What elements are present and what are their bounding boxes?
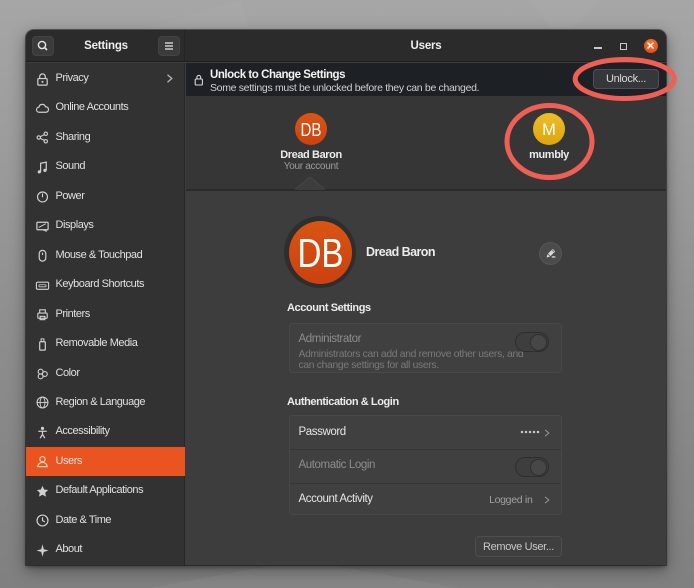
svg-text:DB: DB — [301, 120, 322, 140]
svg-text:DB: DB — [297, 229, 343, 275]
svg-text:M: M — [542, 121, 556, 139]
